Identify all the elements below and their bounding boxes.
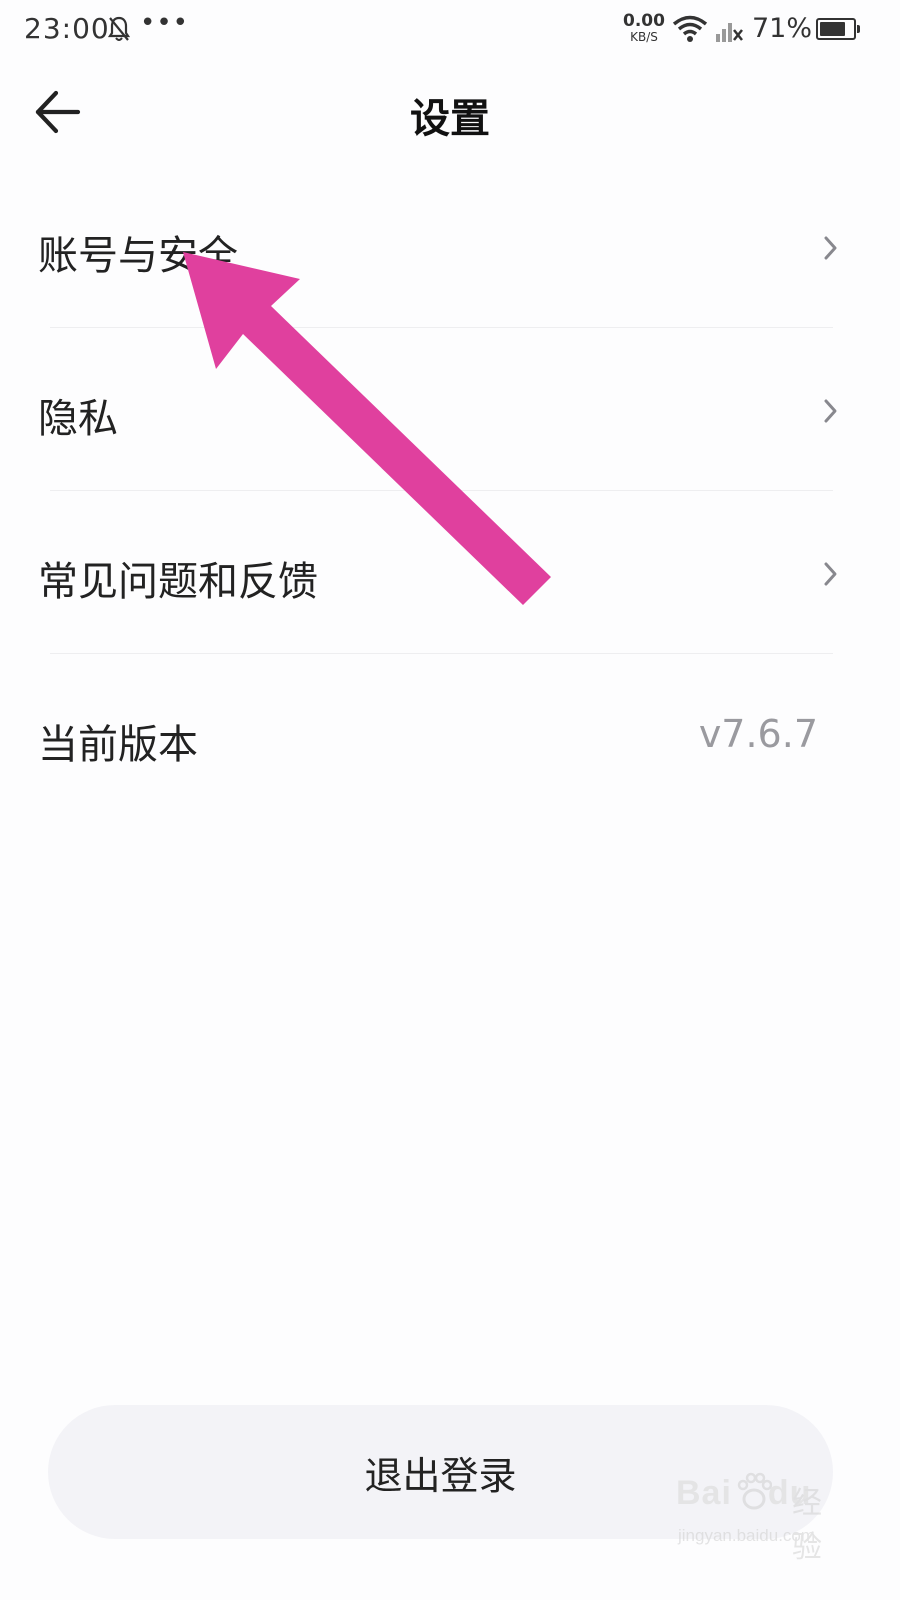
status-bar: 23:00 ••• 0.00 KB/S 71% (0, 0, 900, 64)
baidu-jingyan-watermark: Bai du 经验 jingyan.baidu.com (676, 1466, 846, 1565)
settings-item-label: 账号与安全 (38, 233, 238, 279)
more-icon: ••• (140, 8, 190, 38)
version-value: v7.6.7 (698, 712, 818, 756)
settings-item-faq-feedback[interactable]: 常见问题和反馈 (0, 491, 900, 654)
chevron-right-icon (820, 397, 840, 429)
battery-icon (816, 18, 860, 40)
settings-item-label: 当前版本 (38, 722, 198, 768)
chevron-right-icon (820, 560, 840, 592)
net-speed-value: 0.00 (623, 11, 665, 31)
settings-item-label: 常见问题和反馈 (38, 559, 318, 605)
watermark-brand: 经验 (792, 1486, 822, 1565)
battery-percent: 71% (752, 13, 813, 44)
watermark-url: jingyan.baidu.com (678, 1526, 816, 1545)
chevron-right-icon (820, 234, 840, 266)
settings-item-label: 隐私 (38, 396, 118, 442)
settings-item-version: 当前版本 v7.6.7 (0, 654, 900, 817)
settings-item-account-security[interactable]: 账号与安全 (0, 165, 900, 328)
status-time: 23:00 (24, 12, 110, 45)
net-speed-unit: KB/S (630, 30, 658, 44)
network-speed: 0.00 KB/S (620, 12, 668, 44)
settings-list: 账号与安全 隐私 常见问题和反馈 当前版本 v7.6.7 (0, 165, 900, 817)
settings-item-privacy[interactable]: 隐私 (0, 328, 900, 491)
signal-off-icon (714, 16, 744, 48)
paw-icon (736, 1472, 773, 1516)
page-title: 设置 (410, 96, 490, 142)
bell-off-icon (107, 15, 131, 47)
wifi-icon (672, 15, 708, 47)
